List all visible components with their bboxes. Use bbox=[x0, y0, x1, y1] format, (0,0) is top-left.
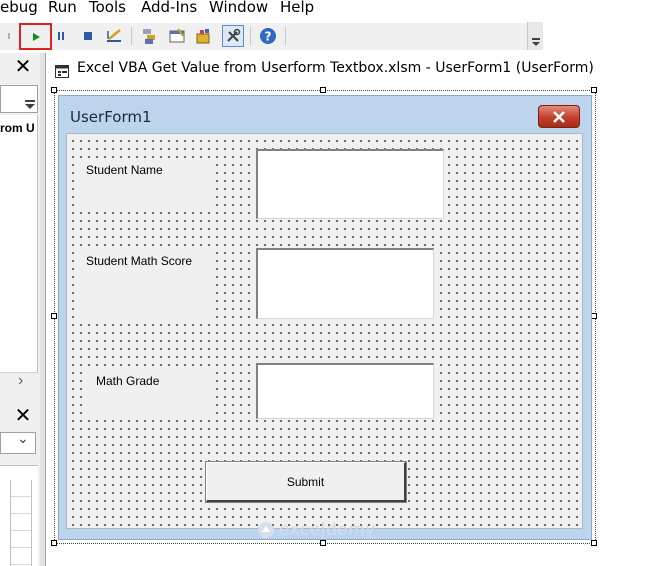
object-browser-button[interactable] bbox=[193, 25, 215, 47]
object-browser-icon bbox=[196, 29, 210, 44]
toolbar-separator bbox=[131, 27, 132, 45]
label-math-grade[interactable]: Math Grade bbox=[88, 368, 214, 418]
resize-handle[interactable] bbox=[591, 87, 597, 93]
exceldemy-logo-icon bbox=[257, 521, 275, 539]
toolbar-separator bbox=[285, 27, 286, 45]
resize-handle[interactable] bbox=[320, 540, 326, 546]
close-icon bbox=[553, 110, 565, 123]
svg-text:?: ? bbox=[265, 30, 272, 44]
run-sub-icon bbox=[32, 32, 40, 41]
properties-grid-rows bbox=[10, 480, 32, 566]
properties-pane-close-button[interactable]: ✕ bbox=[12, 403, 34, 427]
properties-window-icon bbox=[169, 28, 185, 43]
design-mode-button[interactable] bbox=[104, 25, 126, 47]
toolbox-icon bbox=[227, 28, 241, 42]
watermark-text: exceldemy bbox=[279, 520, 376, 540]
menu-help[interactable]: Help bbox=[280, 0, 314, 16]
userform-window-icon bbox=[55, 65, 71, 79]
resize-handle[interactable] bbox=[51, 87, 57, 93]
window-title: Excel VBA Get Value from Userform Textbo… bbox=[77, 60, 594, 76]
menu-bar: ebug Run Tools Add-Ins Window Help bbox=[0, 0, 653, 18]
project-explorer-button[interactable] bbox=[139, 25, 161, 47]
run-sub-button[interactable] bbox=[19, 23, 52, 50]
design-mode-icon bbox=[107, 29, 121, 42]
label-math-score[interactable]: Student Math Score bbox=[78, 248, 214, 320]
label-student-name[interactable]: Student Name bbox=[78, 158, 214, 212]
resize-handle[interactable] bbox=[51, 313, 57, 319]
project-tree[interactable] bbox=[0, 115, 38, 375]
break-button[interactable] bbox=[50, 25, 72, 47]
textbox-math-score[interactable] bbox=[256, 248, 434, 319]
menu-window[interactable]: Window bbox=[209, 0, 268, 16]
toolbar-options-icon bbox=[531, 38, 540, 46]
userform-caption: UserForm1 bbox=[70, 108, 152, 126]
project-explorer-icon bbox=[143, 29, 155, 44]
resize-handle[interactable] bbox=[591, 540, 597, 546]
project-tree-item[interactable]: rom U bbox=[0, 121, 35, 135]
scroll-right-icon[interactable]: › bbox=[18, 372, 23, 390]
toolbar-separator bbox=[250, 27, 251, 45]
textbox-math-grade[interactable] bbox=[256, 363, 434, 419]
help-icon: ? bbox=[260, 28, 276, 44]
project-pane-close-button[interactable]: ✕ bbox=[12, 54, 34, 78]
reset-icon bbox=[84, 32, 92, 40]
menu-run[interactable]: Run bbox=[48, 0, 77, 16]
combo-dropdown-icon[interactable] bbox=[24, 98, 36, 110]
userform-close-button[interactable] bbox=[538, 105, 580, 128]
menu-add-ins[interactable]: Add-Ins bbox=[141, 0, 197, 16]
resize-handle[interactable] bbox=[320, 87, 326, 93]
menu-tools[interactable]: Tools bbox=[89, 0, 126, 16]
reset-button[interactable] bbox=[77, 25, 99, 47]
break-icon bbox=[58, 32, 64, 40]
resize-handle[interactable] bbox=[51, 540, 57, 546]
toolbar-options-button[interactable] bbox=[527, 22, 543, 50]
submit-button[interactable]: Submit bbox=[205, 461, 407, 503]
properties-window-button[interactable] bbox=[166, 25, 188, 47]
chevron-down-icon[interactable]: ⌄ bbox=[17, 430, 29, 447]
menu-debug[interactable]: ebug bbox=[0, 0, 38, 16]
textbox-student-name[interactable] bbox=[256, 149, 444, 219]
help-button[interactable]: ? bbox=[257, 25, 279, 47]
standard-toolbar: ? bbox=[0, 22, 543, 50]
toolbox-button[interactable] bbox=[222, 25, 244, 47]
